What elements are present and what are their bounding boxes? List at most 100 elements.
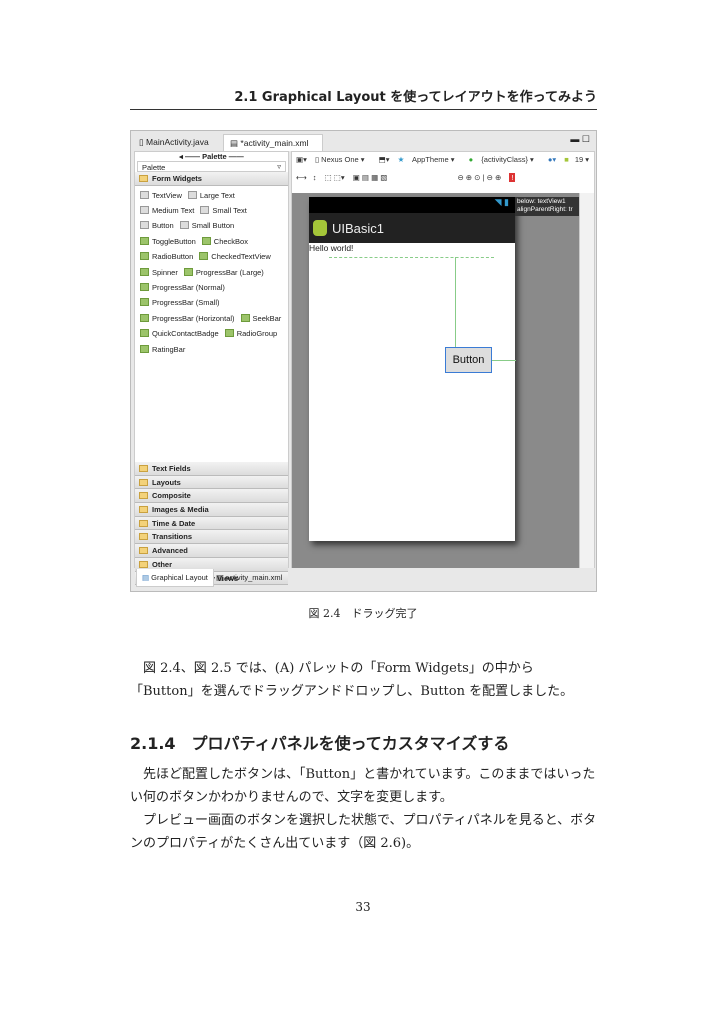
widget-icon (183, 267, 193, 276)
page-number: 33 (355, 900, 371, 914)
widget-item[interactable]: Small Text (212, 206, 246, 215)
widget-row: Button Small Button (140, 218, 283, 233)
palette-category[interactable]: Transitions (135, 530, 288, 545)
window-controls[interactable]: ▬ ☐ (570, 134, 590, 145)
app-title: UIBasic1 (332, 220, 385, 236)
widget-item[interactable]: ProgressBar (Large) (196, 268, 264, 277)
widget-icon (140, 252, 149, 261)
widget-item[interactable]: Small Button (192, 221, 235, 230)
widget-item[interactable]: ProgressBar (Small) (152, 298, 220, 307)
widget-row: ToggleButton CheckBox (140, 234, 283, 249)
status-bar: ◥ ▮ (309, 197, 515, 213)
activity-dropdown[interactable]: ● {activityClass} ▾ (469, 155, 540, 164)
api-dropdown[interactable]: ■ 19 ▾ (564, 155, 595, 164)
xml-file-icon: ▤ (216, 573, 226, 582)
palette-category[interactable]: Composite (135, 489, 288, 504)
widget-item[interactable]: Medium Text (152, 206, 194, 215)
running-header: 2.1 Graphical Layout を使ってレイアウトを作ってみよう (130, 86, 597, 110)
action-bar: UIBasic1 (309, 213, 515, 243)
battery-icon: ▮ (504, 197, 509, 207)
fit-height-icon[interactable]: ↕ (313, 173, 317, 182)
tab-main-activity[interactable]: ▯ MainActivity.java (133, 134, 215, 151)
error-icon[interactable]: ! (509, 173, 516, 182)
widget-icon (140, 190, 149, 199)
palette-category[interactable]: Images & Media (135, 503, 288, 517)
widget-item[interactable]: TextView (152, 191, 182, 200)
layout-toolbar: ⟷ ↕ ⬚ ⬚▾ ▣ ▤ ▦ ▧ ⊖ ⊕ ⊙ | ⊖ ⊕ ! (292, 170, 594, 188)
widget-icon (140, 329, 149, 338)
widget-icon (140, 344, 149, 353)
category-list: Text Fields Layouts Composite Images & Medi… (135, 462, 288, 586)
widget-item[interactable]: RadioButton (152, 252, 193, 261)
theme-dropdown[interactable]: ★ AppTheme ▾ (398, 155, 461, 164)
folder-icon (139, 506, 148, 514)
tab-xml-source[interactable]: ▤ activity_main.xml (211, 569, 287, 587)
widget-item[interactable]: SeekBar (253, 314, 282, 323)
wifi-icon: ◥ (494, 197, 502, 207)
folder-icon (139, 492, 148, 500)
ide-screenshot: ▯ MainActivity.java ▤ *activity_main.xml… (130, 130, 597, 592)
palette-panel: ◂ —— Palette —— Palette ▿ Form Widgets Te… (134, 151, 289, 586)
paragraph: 先ほど配置したボタンは、「Button」と書かれています。このままではいったい何… (130, 767, 596, 805)
config-dropdown[interactable]: ▣▾ (296, 155, 307, 164)
folder-icon (139, 519, 148, 527)
config-toolbar: ▣▾ ▯ Nexus One ▾ ⬒▾ ★ AppTheme ▾ ● {acti… (292, 152, 594, 170)
widget-item[interactable]: ProgressBar (Normal) (152, 283, 225, 292)
widget-icon (140, 283, 149, 292)
widget-item[interactable]: RatingBar (152, 345, 185, 354)
widget-item[interactable]: ToggleButton (152, 237, 196, 246)
widget-icon (140, 221, 149, 230)
device-preview: ◥ ▮ UIBasic1 Hello world! Button (309, 197, 516, 541)
layout-editor: ▣▾ ▯ Nexus One ▾ ⬒▾ ★ AppTheme ▾ ● {acti… (291, 151, 595, 568)
widget-item[interactable]: RadioGroup (237, 329, 277, 338)
chevron-down-icon: ▿ (277, 162, 281, 171)
widget-icon (140, 298, 149, 307)
zoom-icons[interactable]: ⊖ ⊕ ⊙ | ⊖ ⊕ (457, 173, 501, 182)
tab-graphical-layout[interactable]: ▤ Graphical Layout (136, 569, 214, 587)
margins-icon[interactable]: ⬚ ⬚▾ (325, 173, 345, 182)
section-heading: 2.1.4 プロパティパネルを使ってカスタマイズする (130, 734, 510, 753)
widget-item[interactable]: Button (152, 221, 174, 230)
widget-item[interactable]: CheckedTextView (211, 252, 270, 261)
palette-select[interactable]: Palette ▿ (137, 161, 286, 172)
widget-item[interactable]: QuickContactBadge (152, 329, 219, 338)
folder-icon (139, 465, 148, 472)
widget-icon (140, 206, 149, 215)
figure-caption: 図 2.4 ドラッグ完了 (308, 607, 418, 620)
layout-icons[interactable]: ▣ ▤ ▦ ▧ (353, 173, 388, 182)
widget-icon (200, 206, 210, 215)
widget-icon (201, 236, 211, 245)
guide-line (455, 257, 456, 352)
orientation-dropdown[interactable]: ⬒▾ (379, 155, 390, 164)
preview-button[interactable]: Button (445, 347, 492, 373)
guide-line (329, 257, 494, 258)
guide-line (492, 360, 516, 361)
fit-width-icon[interactable]: ⟷ (296, 173, 307, 182)
device-dropdown[interactable]: ▯ Nexus One ▾ (315, 155, 371, 164)
java-file-icon: ▯ (139, 137, 147, 147)
widget-item[interactable]: CheckBox (214, 237, 248, 246)
palette-category[interactable]: Layouts (135, 475, 288, 490)
scrollbar[interactable] (579, 193, 594, 568)
widget-icon (140, 236, 149, 245)
tab-activity-main-xml[interactable]: ▤ *activity_main.xml ⊠ (223, 134, 323, 159)
category-form-widgets[interactable]: Form Widgets (135, 172, 288, 186)
hello-textview[interactable]: Hello world! (309, 243, 515, 253)
widget-icon (224, 329, 234, 338)
widget-icon (140, 313, 149, 322)
locale-dropdown[interactable]: ●▾ (548, 155, 556, 164)
widget-item[interactable]: ProgressBar (Horizontal) (152, 314, 235, 323)
widget-row: ProgressBar (Normal) (140, 280, 283, 295)
palette-title: ◂ —— Palette —— (179, 152, 244, 161)
android-icon (313, 220, 327, 236)
palette-category[interactable]: Time & Date (135, 516, 288, 531)
preview-canvas: ◥ ▮ UIBasic1 Hello world! Button below: … (292, 193, 579, 568)
palette-category[interactable]: Advanced (135, 544, 288, 558)
palette-category[interactable]: Text Fields (135, 462, 288, 476)
widget-item[interactable]: Large Text (200, 191, 235, 200)
xml-file-icon: ▤ (230, 138, 241, 148)
widget-row: TextView Large Text (140, 188, 283, 203)
widget-row: RatingBar (140, 342, 283, 357)
widget-icon (240, 313, 250, 322)
widget-item[interactable]: Spinner (152, 268, 178, 277)
